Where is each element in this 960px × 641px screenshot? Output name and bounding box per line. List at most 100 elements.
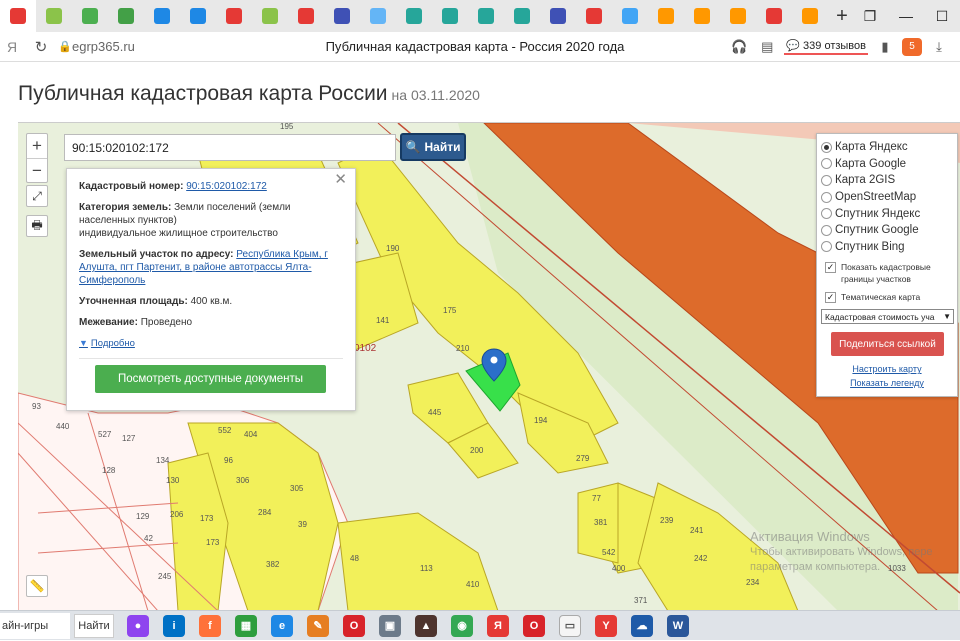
parcel-number-label: 206 [170, 510, 184, 519]
browser-tab[interactable] [360, 0, 396, 32]
configure-map-link[interactable]: Настроить карту [821, 364, 953, 374]
zoom-out-button[interactable]: − [27, 158, 47, 182]
radio-icon[interactable] [821, 191, 832, 203]
basemap-option[interactable]: Карта 2GIS [821, 172, 953, 189]
browser-tab[interactable] [288, 0, 324, 32]
browser-tab[interactable] [72, 0, 108, 32]
taskbar-app-yandex-browser[interactable]: Y [588, 611, 624, 641]
thematic-map-option[interactable]: ✓ Тематическая карта [821, 291, 953, 304]
parcel-number-label: 210 [456, 344, 470, 353]
details-link[interactable]: Подробно [91, 337, 135, 350]
files-icon: ▭ [559, 614, 581, 637]
taskbar-app-files[interactable]: ▭ [552, 611, 588, 641]
browser-tab[interactable] [648, 0, 684, 32]
fullscreen-icon[interactable]: ⤢ [26, 185, 48, 207]
parcel-number-label: 371 [634, 596, 648, 605]
favicon-icon [478, 8, 494, 24]
taskbar-app-photos[interactable]: ▣ [372, 611, 408, 641]
taskbar-app-opera2[interactable]: O [516, 611, 552, 641]
taskbar-app-chrome[interactable]: ◉ [444, 611, 480, 641]
reader-icon[interactable]: ▤ [756, 39, 778, 55]
parcel[interactable] [337, 512, 499, 610]
browser-page-title: Публичная кадастровая карта - Россия 202… [325, 39, 625, 54]
tabs-overview-icon[interactable]: ❐ [852, 0, 888, 32]
extension-icon[interactable]: 5 [902, 37, 922, 56]
taskbar-app-game[interactable]: ▲ [408, 611, 444, 641]
view-documents-button[interactable]: Посмотреть доступные документы [95, 365, 326, 393]
reviews-badge[interactable]: 💬 339 отзывов [784, 38, 868, 55]
browser-tab[interactable] [756, 0, 792, 32]
minimize-icon[interactable]: — [888, 0, 924, 32]
browser-tab[interactable] [180, 0, 216, 32]
headphones-icon[interactable]: 🎧 [728, 39, 750, 55]
close-icon[interactable]: ✕ [334, 172, 347, 187]
cadastral-map[interactable]: 195 190 175 141 210 194 279 445 200 93 440 527 127 13… [18, 122, 960, 610]
cadastral-search-input[interactable]: 90:15:020102:172 [64, 134, 396, 161]
category-row: Категория земель: Земли поселений (земли… [79, 201, 343, 240]
tab-list [0, 0, 828, 32]
reload-icon[interactable]: ↻ [24, 38, 58, 56]
yandex-logo-icon[interactable]: Я [0, 39, 24, 55]
browser-tab[interactable] [36, 0, 72, 32]
parcel-number-label: 48 [350, 554, 359, 563]
browser-tab[interactable] [468, 0, 504, 32]
find-button-label: Найти [424, 140, 461, 154]
taskbar-app-paint[interactable]: ✎ [300, 611, 336, 641]
radio-icon[interactable] [821, 141, 832, 153]
browser-tab[interactable] [504, 0, 540, 32]
basemap-option[interactable]: OpenStreetMap [821, 189, 953, 206]
bookmark-icon[interactable]: ▮ [874, 39, 896, 55]
download-icon[interactable]: ⤓ [928, 39, 950, 55]
taskbar-app-opera[interactable]: O [336, 611, 372, 641]
basemap-option[interactable]: Карта Google [821, 156, 953, 173]
taskbar-search-button[interactable]: Найти [74, 613, 114, 638]
browser-tab[interactable] [792, 0, 828, 32]
taskbar-app-intel[interactable]: i [156, 611, 192, 641]
radio-icon[interactable] [821, 174, 832, 186]
browser-tab[interactable] [252, 0, 288, 32]
details-toggle[interactable]: ▼ Подробно [79, 337, 343, 350]
taskbar-app-ie[interactable]: e [264, 611, 300, 641]
zoom-in-button[interactable]: + [27, 134, 47, 158]
browser-tab[interactable] [324, 0, 360, 32]
radio-icon[interactable] [821, 158, 832, 170]
browser-tab[interactable] [612, 0, 648, 32]
browser-tab[interactable] [108, 0, 144, 32]
share-link-button[interactable]: Поделиться ссылкой [831, 332, 944, 357]
taskbar-app-cloud[interactable]: ☁ [624, 611, 660, 641]
browser-tab[interactable] [396, 0, 432, 32]
cadastral-link[interactable]: 90:15:020102:172 [186, 181, 267, 192]
browser-tab[interactable] [720, 0, 756, 32]
show-borders-option[interactable]: ✓ Показать кадастровые границы участков [821, 261, 953, 285]
checkbox-checked-icon[interactable]: ✓ [825, 292, 836, 304]
print-icon[interactable]: 🖶 [26, 215, 48, 237]
basemap-option[interactable]: Спутник Яндекс [821, 205, 953, 222]
url-domain[interactable]: egrp365.ru [72, 39, 182, 54]
show-legend-link[interactable]: Показать легенду [821, 378, 953, 388]
checkbox-checked-icon[interactable]: ✓ [825, 262, 836, 274]
basemap-option[interactable]: Спутник Google [821, 222, 953, 239]
radio-icon[interactable] [821, 208, 832, 220]
browser-tab[interactable] [216, 0, 252, 32]
thematic-select[interactable]: Кадастровая стоимость уча ▼ [821, 309, 954, 325]
ruler-icon[interactable]: 📏 [26, 575, 48, 597]
taskbar-app-yandex[interactable]: Я [480, 611, 516, 641]
browser-tab[interactable] [432, 0, 468, 32]
taskbar-app-alice[interactable]: ● [120, 611, 156, 641]
maximize-icon[interactable]: ☐ [924, 0, 960, 32]
browser-tab[interactable] [144, 0, 180, 32]
taskbar-search-input[interactable]: айн-игры [0, 612, 70, 639]
browser-tab[interactable] [540, 0, 576, 32]
find-button[interactable]: 🔍 Найти [400, 133, 466, 161]
browser-tab[interactable] [684, 0, 720, 32]
basemap-option[interactable]: Спутник Bing [821, 239, 953, 256]
browser-tab[interactable] [0, 0, 36, 32]
divider [79, 358, 343, 359]
taskbar-app-word[interactable]: W [660, 611, 696, 641]
browser-tab[interactable] [576, 0, 612, 32]
basemap-option[interactable]: Карта Яндекс [821, 139, 953, 156]
taskbar-app-store[interactable]: ▦ [228, 611, 264, 641]
radio-icon[interactable] [821, 224, 832, 236]
taskbar-app-firefox[interactable]: f [192, 611, 228, 641]
radio-icon[interactable] [821, 241, 832, 253]
